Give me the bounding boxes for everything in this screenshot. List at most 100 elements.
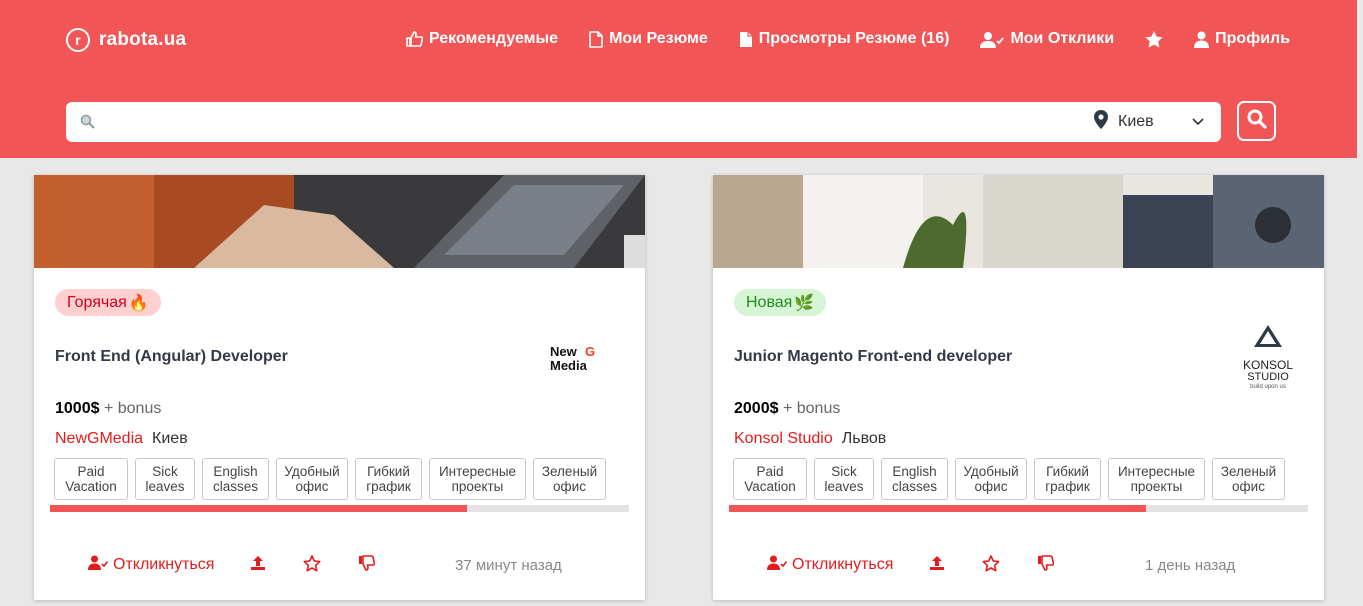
company-name[interactable]: Konsol Studio xyxy=(734,430,833,448)
upload-icon xyxy=(929,555,945,576)
match-progress-fill xyxy=(729,505,1146,512)
posted-time: 37 минут назад xyxy=(455,557,562,574)
city: Киев xyxy=(152,430,188,447)
benefit-tag: Зеленый офис xyxy=(1212,458,1285,500)
badge-label: Горячая xyxy=(67,293,127,311)
dislike-button[interactable] xyxy=(358,555,376,576)
card-actions: Откликнуться 37 минут назад xyxy=(34,555,645,579)
nav-recommended[interactable]: Рекомендуемые xyxy=(406,30,558,48)
salary-bonus: + bonus xyxy=(782,400,841,417)
location-pin-icon xyxy=(1094,110,1108,134)
card-actions: Откликнуться 1 день назад xyxy=(713,555,1324,579)
document-icon xyxy=(589,30,603,48)
vacancy-banner-image xyxy=(713,175,1324,268)
benefit-tag: Удобный офис xyxy=(955,458,1027,500)
logo-text: build upon us xyxy=(1250,384,1286,390)
logo-text: STUDIO xyxy=(1247,371,1289,383)
benefit-tag: English classes xyxy=(202,458,269,500)
posted-time: 1 день назад xyxy=(1145,557,1236,574)
salary-amount: 1000$ xyxy=(55,400,100,417)
vacancy-meta: Konsol Studio Львов xyxy=(734,430,886,448)
salary: 2000$ + bonus xyxy=(734,400,840,418)
main-nav: Рекомендуемые Мои Резюме Просмотры Резюм… xyxy=(406,30,1290,48)
benefit-tag: Интересные проекты xyxy=(1108,458,1205,500)
nav-profile[interactable]: Профиль xyxy=(1194,30,1290,48)
logo-text: G xyxy=(585,344,595,359)
benefit-tags: Paid Vacation Sick leaves English classe… xyxy=(54,458,606,500)
vacancy-meta: NewGMedia Киев xyxy=(55,430,188,448)
vacancy-title[interactable]: Junior Magento Front-end developer xyxy=(734,348,1012,366)
badge-label: Новая xyxy=(746,293,793,311)
user-check-icon xyxy=(88,555,109,575)
nav-label: Рекомендуемые xyxy=(429,30,559,47)
vacancy-card[interactable]: Новая 🌿 Junior Magento Front-end develop… xyxy=(713,175,1324,600)
nav-label: Мои Отклики xyxy=(1010,30,1115,47)
respond-button[interactable]: Откликнуться xyxy=(767,555,893,575)
fire-icon: 🔥 xyxy=(128,294,149,312)
search-button[interactable] xyxy=(1237,101,1276,141)
star-outline-icon xyxy=(982,555,1000,577)
leaf-icon: 🌿 xyxy=(794,294,815,312)
top-header: r rabota.ua Рекомендуемые Мои Резюме Про… xyxy=(0,0,1357,158)
salary-amount: 2000$ xyxy=(734,400,779,417)
logo-text: New xyxy=(550,344,578,359)
search-input[interactable] xyxy=(106,107,1106,137)
benefit-tag: Гибкий график xyxy=(355,458,422,500)
dislike-button[interactable] xyxy=(1037,555,1055,576)
benefit-tags: Paid Vacation Sick leaves English classe… xyxy=(733,458,1285,500)
nav-my-resumes[interactable]: Мои Резюме xyxy=(589,30,708,48)
new-badge: Новая 🌿 xyxy=(734,289,827,316)
logo-text: Media xyxy=(550,358,588,373)
benefit-tag: Удобный офис xyxy=(276,458,348,500)
salary-bonus: + bonus xyxy=(103,400,162,417)
nav-resume-views[interactable]: Просмотры Резюме (16) xyxy=(739,30,950,48)
thumbs-up-icon xyxy=(406,31,423,47)
site-logo[interactable]: r rabota.ua xyxy=(66,28,186,52)
vacancy-title[interactable]: Front End (Angular) Developer xyxy=(55,348,288,366)
salary: 1000$ + bonus xyxy=(55,400,161,418)
vacancy-card[interactable]: Горячая 🔥 Front End (Angular) Developer … xyxy=(34,175,645,600)
upload-icon xyxy=(250,555,266,576)
search-icon xyxy=(80,114,95,134)
nav-label: Просмотры Резюме (16) xyxy=(758,30,950,47)
share-button[interactable] xyxy=(250,555,266,576)
document-filled-icon xyxy=(739,31,753,48)
user-check-icon xyxy=(980,31,1005,48)
nav-label: Мои Резюме xyxy=(609,30,708,47)
share-button[interactable] xyxy=(929,555,945,576)
vacancy-banner-image xyxy=(34,175,645,268)
logo-text: KONSOL xyxy=(1243,358,1293,372)
match-progress-bar xyxy=(50,505,629,512)
logo-mark: r xyxy=(66,28,90,52)
company-name[interactable]: NewGMedia xyxy=(55,430,143,448)
search-icon xyxy=(1247,109,1267,134)
benefit-tag: Интересные проекты xyxy=(429,458,526,500)
hot-badge: Горячая 🔥 xyxy=(55,289,161,316)
nav-label: Профиль xyxy=(1215,30,1291,47)
nav-favorites[interactable] xyxy=(1145,30,1163,48)
location-value: Киев xyxy=(1118,113,1154,130)
favorite-button[interactable] xyxy=(982,555,1000,577)
search-bar: Киев xyxy=(66,102,1221,142)
location-select[interactable]: Киев xyxy=(1094,102,1204,142)
star-icon xyxy=(1145,30,1163,48)
chevron-down-icon xyxy=(1192,113,1204,131)
favorite-button[interactable] xyxy=(303,555,321,577)
benefit-tag: English classes xyxy=(881,458,948,500)
logo-text: rabota.ua xyxy=(99,29,187,50)
respond-button[interactable]: Откликнуться xyxy=(88,555,214,575)
benefit-tag: Paid Vacation xyxy=(54,458,128,500)
benefit-tag: Sick leaves xyxy=(814,458,874,500)
nav-my-responses[interactable]: Мои Отклики xyxy=(980,30,1114,48)
benefit-tag: Sick leaves xyxy=(135,458,195,500)
company-logo[interactable]: KONSOL STUDIO build upon us xyxy=(1230,325,1306,396)
thumbs-down-icon xyxy=(358,555,376,576)
respond-label: Откликнуться xyxy=(113,556,215,573)
user-icon xyxy=(1194,31,1210,48)
benefit-tag: Paid Vacation xyxy=(733,458,807,500)
company-logo[interactable]: New G Media xyxy=(550,343,600,378)
user-check-icon xyxy=(767,555,788,575)
match-progress-bar xyxy=(729,505,1308,512)
thumbs-down-icon xyxy=(1037,555,1055,576)
benefit-tag: Гибкий график xyxy=(1034,458,1101,500)
